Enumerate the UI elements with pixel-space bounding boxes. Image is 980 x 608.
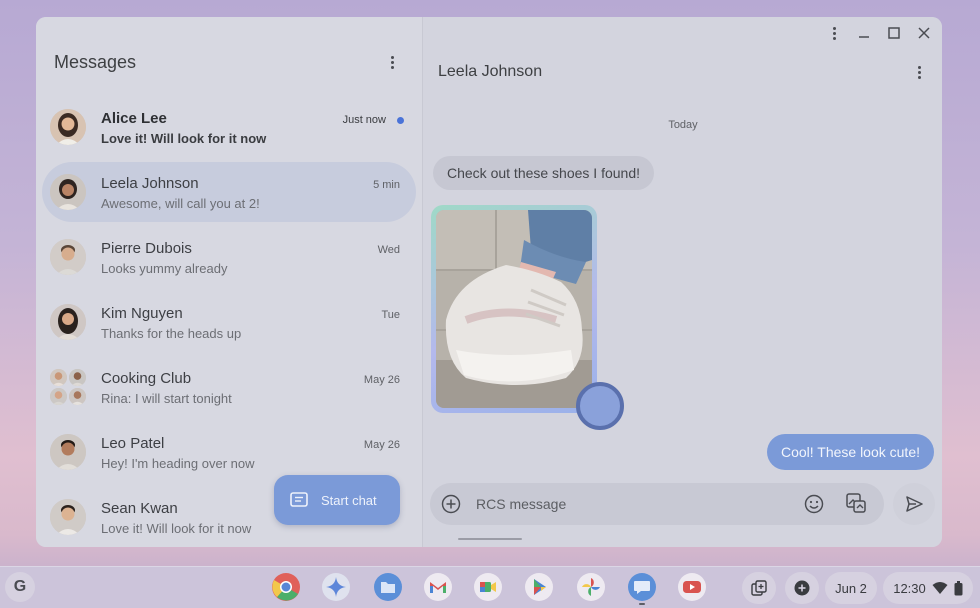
conversation-name: Cooking Club: [101, 370, 192, 387]
window-menu-icon[interactable]: [824, 23, 844, 43]
more-options-icon[interactable]: [382, 52, 402, 72]
conversation-preview: Love it! Will look for it now: [101, 131, 267, 146]
conversation-item-leo-patel[interactable]: Leo Patel Hey! I'm heading over now May …: [42, 422, 416, 482]
avatar: [50, 239, 86, 275]
add-circle-icon[interactable]: [785, 572, 819, 604]
date-label: Jun 2: [835, 580, 867, 596]
conversation-time: 5 min: [373, 179, 400, 191]
gallery-icon[interactable]: [844, 491, 868, 515]
conversation-name: Leela Johnson: [101, 175, 199, 192]
gemini-icon[interactable]: [321, 572, 351, 602]
conversation-time: Just now: [342, 114, 386, 126]
messages-icon[interactable]: [627, 572, 657, 602]
conversation-name: Sean Kwan: [101, 500, 178, 517]
chrome-icon[interactable]: [271, 572, 301, 602]
photos-icon[interactable]: [576, 572, 606, 602]
battery-icon: [954, 580, 963, 595]
shared-photo[interactable]: [431, 205, 597, 413]
add-attachment-icon[interactable]: [439, 492, 463, 516]
conversation-pane: Messages Alice Lee Love it! Will look fo…: [36, 17, 422, 547]
status-tray[interactable]: 12:30: [883, 572, 973, 604]
start-chat-label: Start chat: [321, 492, 377, 508]
pane-title: Messages: [54, 52, 137, 72]
minimize-icon[interactable]: [854, 23, 874, 43]
conversation-preview: Hey! I'm heading over now: [101, 456, 255, 471]
shoe-photo-image: [436, 210, 592, 408]
chat-options-icon[interactable]: [909, 62, 929, 82]
youtube-icon[interactable]: [677, 572, 707, 602]
avatar: [50, 304, 86, 340]
conversation-preview: Rina: I will start tonight: [101, 391, 232, 406]
conversation-item-cooking-club[interactable]: Cooking Club Rina: I will start tonight …: [42, 357, 416, 417]
chat-pane: Leela Johnson Today Check out these shoe…: [422, 17, 942, 547]
meet-icon[interactable]: [473, 572, 503, 602]
conversation-time: Tue: [381, 309, 400, 321]
conversation-name: Kim Nguyen: [101, 305, 183, 322]
pointer-highlight: [576, 382, 624, 430]
messages-window: Messages Alice Lee Love it! Will look fo…: [36, 17, 942, 547]
conversation-preview: Looks yummy already: [101, 261, 228, 276]
conversation-preview: Love it! Will look for it now: [101, 521, 252, 536]
group-avatar: [50, 369, 86, 405]
conversation-name: Pierre Dubois: [101, 240, 192, 257]
conversation-preview: Awesome, will call you at 2!: [101, 196, 260, 211]
gmail-icon[interactable]: [423, 572, 453, 602]
chat-icon: [290, 492, 308, 507]
close-icon[interactable]: [914, 23, 934, 43]
window-controls: [824, 23, 934, 43]
day-separator: Today: [668, 119, 698, 131]
maximize-icon[interactable]: [884, 23, 904, 43]
play-store-icon[interactable]: [524, 572, 554, 602]
incoming-message: Check out these shoes I found!: [433, 156, 655, 190]
conversation-item-pierre-dubois[interactable]: Pierre Dubois Looks yummy already Wed: [42, 227, 416, 287]
scroll-indicator: [458, 538, 522, 540]
unread-indicator: [397, 117, 404, 124]
compose-bar: [430, 483, 884, 525]
date-pill[interactable]: Jun 2: [825, 572, 877, 604]
message-input[interactable]: [476, 483, 776, 525]
clock-label: 12:30: [893, 580, 926, 596]
conversation-time: May 26: [363, 374, 400, 386]
start-chat-button[interactable]: Start chat: [274, 475, 400, 525]
avatar: [50, 434, 86, 470]
conversation-name: Leo Patel: [101, 435, 165, 452]
send-icon: [906, 496, 923, 512]
avatar: [50, 174, 86, 210]
files-icon[interactable]: [373, 572, 403, 602]
chat-title: Leela Johnson: [438, 63, 543, 80]
launcher-button[interactable]: G: [5, 572, 35, 602]
outgoing-message: Cool! These look cute!: [766, 434, 934, 470]
conversation-name: Alice Lee: [101, 110, 167, 127]
conversation-item-alice-lee[interactable]: Alice Lee Love it! Will look for it now …: [42, 97, 416, 157]
avatar: [50, 109, 86, 145]
running-indicator: [639, 603, 645, 605]
conversation-item-kim-nguyen[interactable]: Kim Nguyen Thanks for the heads up Tue: [42, 292, 416, 352]
wifi-icon: [932, 582, 948, 594]
conversation-time: Wed: [377, 244, 400, 256]
emoji-icon[interactable]: [802, 492, 826, 516]
send-button[interactable]: [893, 483, 935, 525]
avatar: [50, 499, 86, 535]
conversation-preview: Thanks for the heads up: [101, 326, 242, 341]
conversation-item-leela-johnson[interactable]: Leela Johnson Awesome, will call you at …: [42, 162, 416, 222]
conversation-time: May 26: [363, 439, 400, 451]
tote-icon[interactable]: [742, 572, 776, 604]
